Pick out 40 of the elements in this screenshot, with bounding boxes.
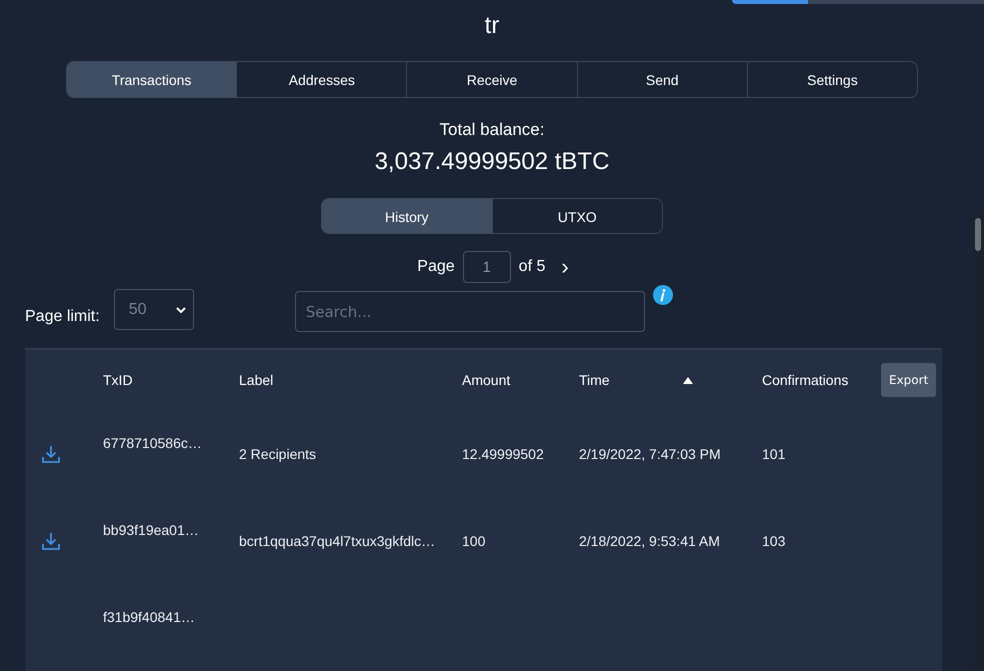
label-cell-text: 2 Recipients <box>239 446 318 462</box>
label-cell-text: bcrt1qqua37qu4l7txux3gkfdlc… <box>239 532 436 548</box>
scrollbar-thumb[interactable] <box>975 218 981 251</box>
column-header[interactable]: Label <box>239 372 274 388</box>
sort-ascending-icon[interactable] <box>683 376 693 384</box>
chevron-down-icon[interactable] <box>174 306 187 314</box>
page-input[interactable]: 1 <box>462 251 511 283</box>
view-tab[interactable]: UTXO <box>492 199 662 233</box>
export-button[interactable]: Export <box>881 363 936 397</box>
page-limit-label: Page limit: <box>25 308 100 326</box>
nav-tab[interactable]: Receive <box>406 62 577 98</box>
balance-label: Total balance: <box>440 120 544 140</box>
time-cell-text: 2/19/2022, 7:47:03 PM <box>579 446 722 462</box>
search-field[interactable]: Search... <box>294 291 645 332</box>
txid-cell[interactable]: 6778710586c… <box>103 435 239 451</box>
page-label: Page <box>417 258 455 276</box>
nav-tab[interactable]: Send <box>576 62 747 98</box>
txid-cell[interactable]: bb93f19ea01… <box>103 522 239 538</box>
txid-cell[interactable]: f31b9f40841… <box>103 609 239 625</box>
next-page-button[interactable]: › <box>553 254 577 280</box>
page-limit-select[interactable]: 50 <box>114 289 194 330</box>
column-header[interactable]: Amount <box>462 372 510 388</box>
confirmations-cell-text: 103 <box>762 532 786 548</box>
download-icon[interactable] <box>41 530 61 550</box>
column-header[interactable]: TxID <box>103 372 133 388</box>
amount-cell-text: 100 <box>462 532 486 548</box>
wallet-title: tr <box>484 12 500 41</box>
nav-tab[interactable]: Transactions <box>67 62 236 98</box>
info-icon[interactable] <box>652 285 673 305</box>
view-tab[interactable]: History <box>322 199 492 233</box>
download-icon[interactable] <box>41 444 61 464</box>
page-count: of 5 <box>518 258 546 276</box>
nav-tab[interactable]: Settings <box>746 62 917 98</box>
confirmations-cell-text: 101 <box>762 446 786 462</box>
balance-value: 3,037.49999502 tBTC <box>374 148 610 176</box>
time-cell-text: 2/18/2022, 9:53:41 AM <box>579 532 721 548</box>
column-header[interactable]: Time <box>579 372 610 388</box>
amount-cell-text: 12.49999502 <box>462 446 545 462</box>
column-header[interactable]: Confirmations <box>762 372 848 388</box>
nav-tab[interactable]: Addresses <box>236 62 406 98</box>
